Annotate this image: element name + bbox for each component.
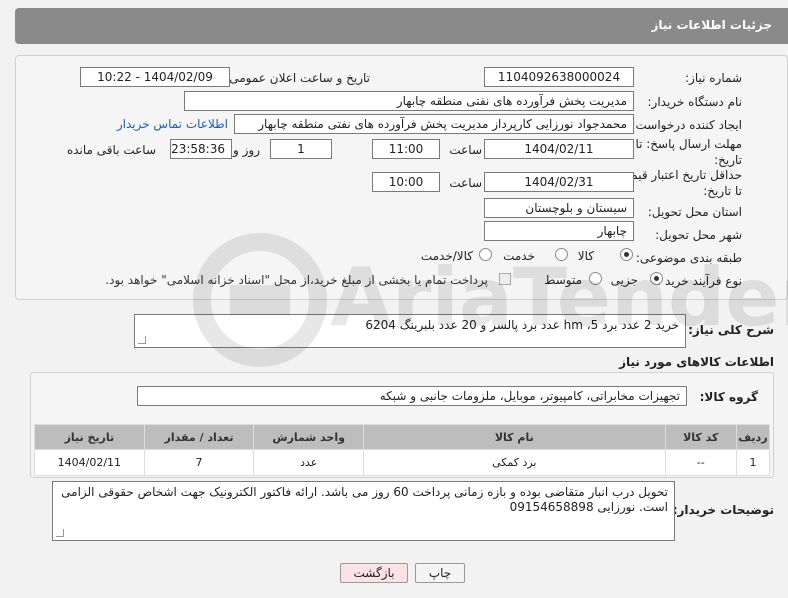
- reply-remaining-label: ساعت باقی مانده: [66, 143, 156, 157]
- summary-field[interactable]: خرید 2 عدد برد 5، hm عدد برد پالسر و 20 …: [134, 314, 686, 348]
- city-field[interactable]: چابهار: [484, 221, 634, 241]
- need-number-label: شماره نیاز:: [685, 71, 742, 85]
- cell-name: برد کمکی: [363, 449, 666, 476]
- purchase-option-medium: متوسط: [544, 273, 582, 287]
- col-qty: تعداد / مقدار: [143, 424, 255, 450]
- table-header-row: ردیف کد کالا نام کالا واحد شمارش تعداد /…: [34, 424, 771, 450]
- category-radio-service[interactable]: [555, 248, 568, 261]
- category-option-goods: کالا: [577, 249, 594, 263]
- reply-deadline-time-label: ساعت: [449, 143, 482, 157]
- goods-group-label: گروه کالا:: [699, 390, 758, 404]
- price-validity-label-1: حداقل تاریخ اعتبار قیمت:: [615, 168, 742, 182]
- category-radio-goods[interactable]: [620, 248, 633, 261]
- buyer-notes-text: تحویل درب انبار متقاضی بوده و بازه زمانی…: [61, 485, 668, 514]
- table-row[interactable]: 1 -- برد کمکی عدد 7 1404/02/11: [34, 449, 771, 476]
- purchase-option-minor: جزیی: [610, 273, 638, 287]
- cell-date: 1404/02/11: [34, 449, 145, 476]
- resize-handle[interactable]: [138, 336, 146, 344]
- col-row: ردیف: [735, 424, 771, 450]
- reply-deadline-days-label: روز و: [233, 143, 260, 157]
- goods-section-title: اطلاعات کالاهای مورد نیاز: [619, 355, 774, 369]
- col-code: کد کالا: [664, 424, 737, 450]
- back-button[interactable]: بازگشت: [340, 563, 408, 583]
- summary-text: خرید 2 عدد برد 5، hm عدد برد پالسر و 20 …: [365, 318, 679, 332]
- province-field[interactable]: سیستان و بلوچستان: [484, 198, 634, 218]
- announce-datetime-label: تاریخ و ساعت اعلان عمومی:: [225, 71, 370, 85]
- reply-deadline-label-1: مهلت ارسال پاسخ: تا: [635, 137, 742, 151]
- goods-table: ردیف کد کالا نام کالا واحد شمارش تعداد /…: [34, 424, 771, 476]
- city-label: شهر محل تحویل:: [655, 228, 742, 242]
- reply-deadline-days-field[interactable]: 1: [270, 139, 332, 159]
- buyer-org-label: نام دستگاه خریدار:: [647, 95, 743, 109]
- reply-deadline-label-2: تاریخ:: [714, 153, 742, 167]
- category-option-goods-service: کالا/خدمت: [420, 249, 473, 263]
- category-option-service: خدمت: [503, 249, 535, 263]
- purchase-radio-minor[interactable]: [650, 272, 663, 285]
- reply-deadline-date-field[interactable]: 1404/02/11: [484, 139, 634, 159]
- reply-deadline-time-field[interactable]: 11:00: [372, 139, 440, 159]
- province-label: استان محل تحویل:: [647, 205, 742, 219]
- header-bar: جزئیات اطلاعات نیاز: [15, 8, 788, 44]
- col-name: نام کالا: [363, 424, 666, 450]
- cell-code: --: [664, 449, 737, 476]
- reply-remaining-field[interactable]: 23:58:36: [170, 139, 232, 159]
- category-label: طبقه بندی موضوعی:: [635, 251, 742, 265]
- announce-datetime-field[interactable]: 1404/02/09 - 10:22: [80, 67, 230, 87]
- category-radio-goods-service[interactable]: [479, 248, 492, 261]
- need-number-field[interactable]: 1104092638000024: [484, 67, 634, 87]
- requester-label: ایجاد کننده درخواست:: [631, 118, 742, 132]
- buyer-org-field[interactable]: مدیریت پخش فرآورده های نفتی منطقه چابهار: [184, 91, 634, 111]
- col-date: تاریخ نیاز: [34, 424, 145, 450]
- buyer-contact-link[interactable]: اطلاعات تماس خریدار: [117, 117, 228, 131]
- summary-label: شرح کلی نیاز:: [688, 323, 774, 337]
- col-unit: واحد شمارش: [253, 424, 365, 450]
- price-validity-time-field[interactable]: 10:00: [372, 172, 440, 192]
- page-title: جزئیات اطلاعات نیاز: [651, 18, 772, 32]
- price-validity-time-label: ساعت: [449, 176, 482, 190]
- purchase-type-label: نوع فرآیند خرید :: [657, 274, 742, 288]
- cell-qty: 7: [143, 449, 255, 476]
- price-validity-label-2: تا تاریخ:: [703, 184, 742, 198]
- treasury-checkbox[interactable]: [499, 273, 511, 285]
- print-button[interactable]: چاپ: [415, 563, 465, 583]
- purchase-radio-medium[interactable]: [589, 272, 602, 285]
- cell-unit: عدد: [253, 449, 365, 476]
- goods-group-field[interactable]: تجهیزات مخابراتی، کامپیوتر، موبایل، ملزو…: [137, 386, 687, 406]
- cell-row: 1: [735, 449, 771, 476]
- buyer-notes-field[interactable]: تحویل درب انبار متقاضی بوده و بازه زمانی…: [52, 481, 675, 541]
- buyer-notes-label: توضیحات خریدار:: [672, 503, 774, 517]
- price-validity-date-field[interactable]: 1404/02/31: [484, 172, 634, 192]
- treasury-note: پرداخت تمام یا بخشی از مبلغ خرید،از محل …: [105, 273, 488, 287]
- requester-field[interactable]: محمدجواد نورزایی کارپرداز مدیریت پخش فرآ…: [234, 114, 634, 134]
- resize-handle[interactable]: [56, 529, 64, 537]
